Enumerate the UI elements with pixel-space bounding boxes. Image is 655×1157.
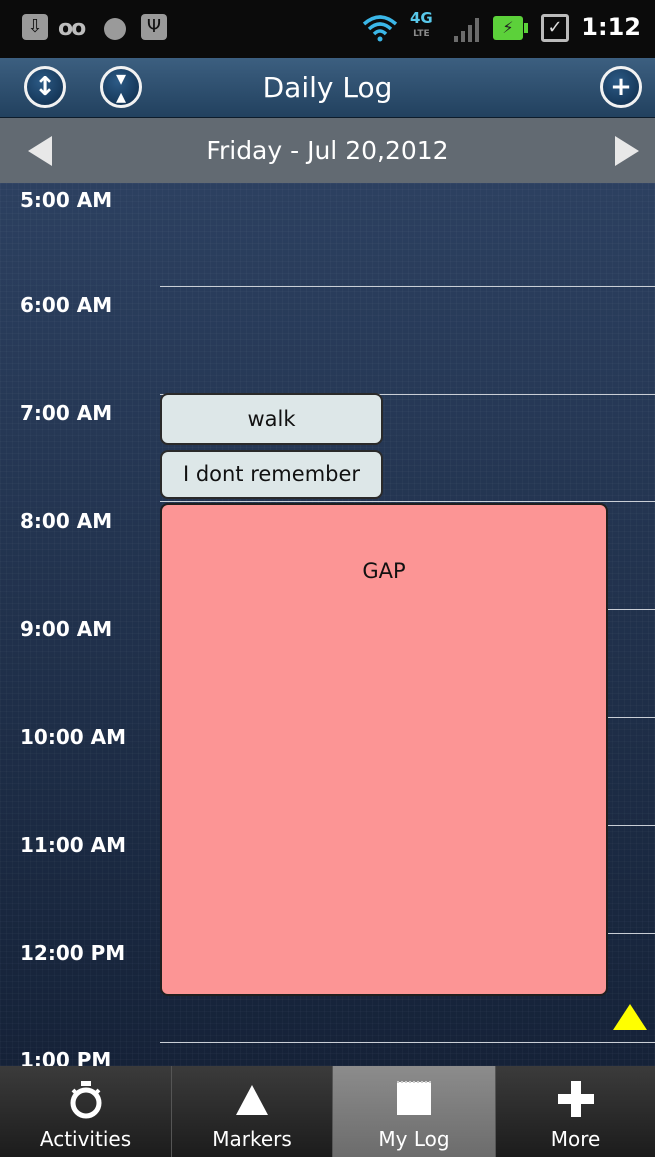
log-entry[interactable]: walk — [160, 393, 383, 445]
page-title: Daily Log — [262, 71, 393, 104]
tab-more[interactable]: More — [496, 1066, 655, 1157]
day-timeline[interactable]: 5:00 AM 6:00 AM 7:00 AM 8:00 AM 9:00 AM … — [0, 183, 655, 1066]
current-date: Friday - Jul 20,2012 — [206, 136, 449, 165]
lock-icon: ⇩ — [22, 14, 48, 40]
hour-label: 5:00 AM — [20, 188, 113, 212]
bottom-tab-bar: Activities Markers My Log More — [0, 1066, 655, 1157]
network-sublabel: LTE — [413, 29, 430, 39]
tab-label: My Log — [378, 1127, 450, 1151]
collapse-icon[interactable]: ▾ ▴ — [100, 66, 142, 108]
tab-label: Activities — [39, 1127, 132, 1151]
plus-icon — [557, 1081, 594, 1117]
hour-label: 8:00 AM — [20, 509, 113, 533]
expand-icon[interactable]: ↕ — [24, 66, 66, 108]
signal-icon — [454, 18, 480, 42]
triangle-icon — [236, 1085, 268, 1115]
tab-markers[interactable]: Markers — [172, 1066, 333, 1157]
wifi-icon — [362, 15, 398, 42]
gap-block[interactable]: GAP — [160, 503, 608, 996]
hour-divider — [160, 286, 655, 287]
hour-label: 11:00 AM — [20, 833, 127, 857]
gap-label: GAP — [362, 559, 406, 583]
battery-charging-icon: ⚡ — [493, 16, 528, 40]
hour-divider — [160, 1042, 655, 1043]
marker-triangle-icon[interactable] — [613, 1004, 647, 1030]
notepad-icon — [397, 1081, 431, 1115]
next-day-button[interactable] — [615, 136, 639, 166]
add-icon[interactable]: + — [600, 66, 642, 108]
tab-activities[interactable]: Activities — [0, 1066, 172, 1157]
hour-label: 10:00 AM — [20, 725, 127, 749]
log-entry[interactable]: I dont remember — [160, 450, 383, 499]
status-time: 1:12 — [581, 13, 641, 41]
app-header: ↕ ▾ ▴ Daily Log + — [0, 58, 655, 118]
network-label: 4G — [410, 9, 433, 27]
network-indicator: 4G LTE — [410, 10, 433, 42]
hour-divider — [160, 501, 655, 502]
tab-label: Markers — [212, 1127, 292, 1151]
stopwatch-icon — [70, 1081, 101, 1119]
usb-icon: Ψ — [141, 14, 167, 40]
voicemail-icon: oo — [58, 16, 86, 41]
tab-my-log[interactable]: My Log — [333, 1066, 496, 1157]
hour-label: 1:00 PM — [20, 1048, 112, 1066]
checkbox-icon: ✓ — [541, 14, 569, 42]
hour-label: 12:00 PM — [20, 941, 126, 965]
status-bar: ⇩ oo Ψ 4G LTE ⚡ ✓ 1:12 — [0, 0, 655, 58]
hour-label: 9:00 AM — [20, 617, 113, 641]
date-navigation: Friday - Jul 20,2012 — [0, 118, 655, 183]
tab-label: More — [550, 1127, 601, 1151]
hour-label: 7:00 AM — [20, 401, 113, 425]
hour-label: 6:00 AM — [20, 293, 113, 317]
media-icon — [104, 18, 126, 40]
